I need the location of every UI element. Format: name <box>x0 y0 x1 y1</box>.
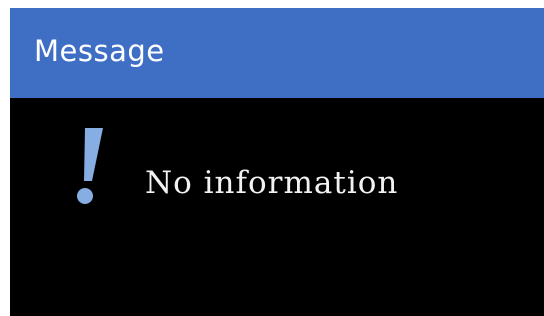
dialog-message: No information <box>145 165 399 201</box>
exclamation-icon <box>71 126 105 208</box>
title-bar: Message <box>10 8 544 98</box>
dialog-title: Message <box>34 34 165 68</box>
message-dialog: Message No information <box>10 8 544 316</box>
